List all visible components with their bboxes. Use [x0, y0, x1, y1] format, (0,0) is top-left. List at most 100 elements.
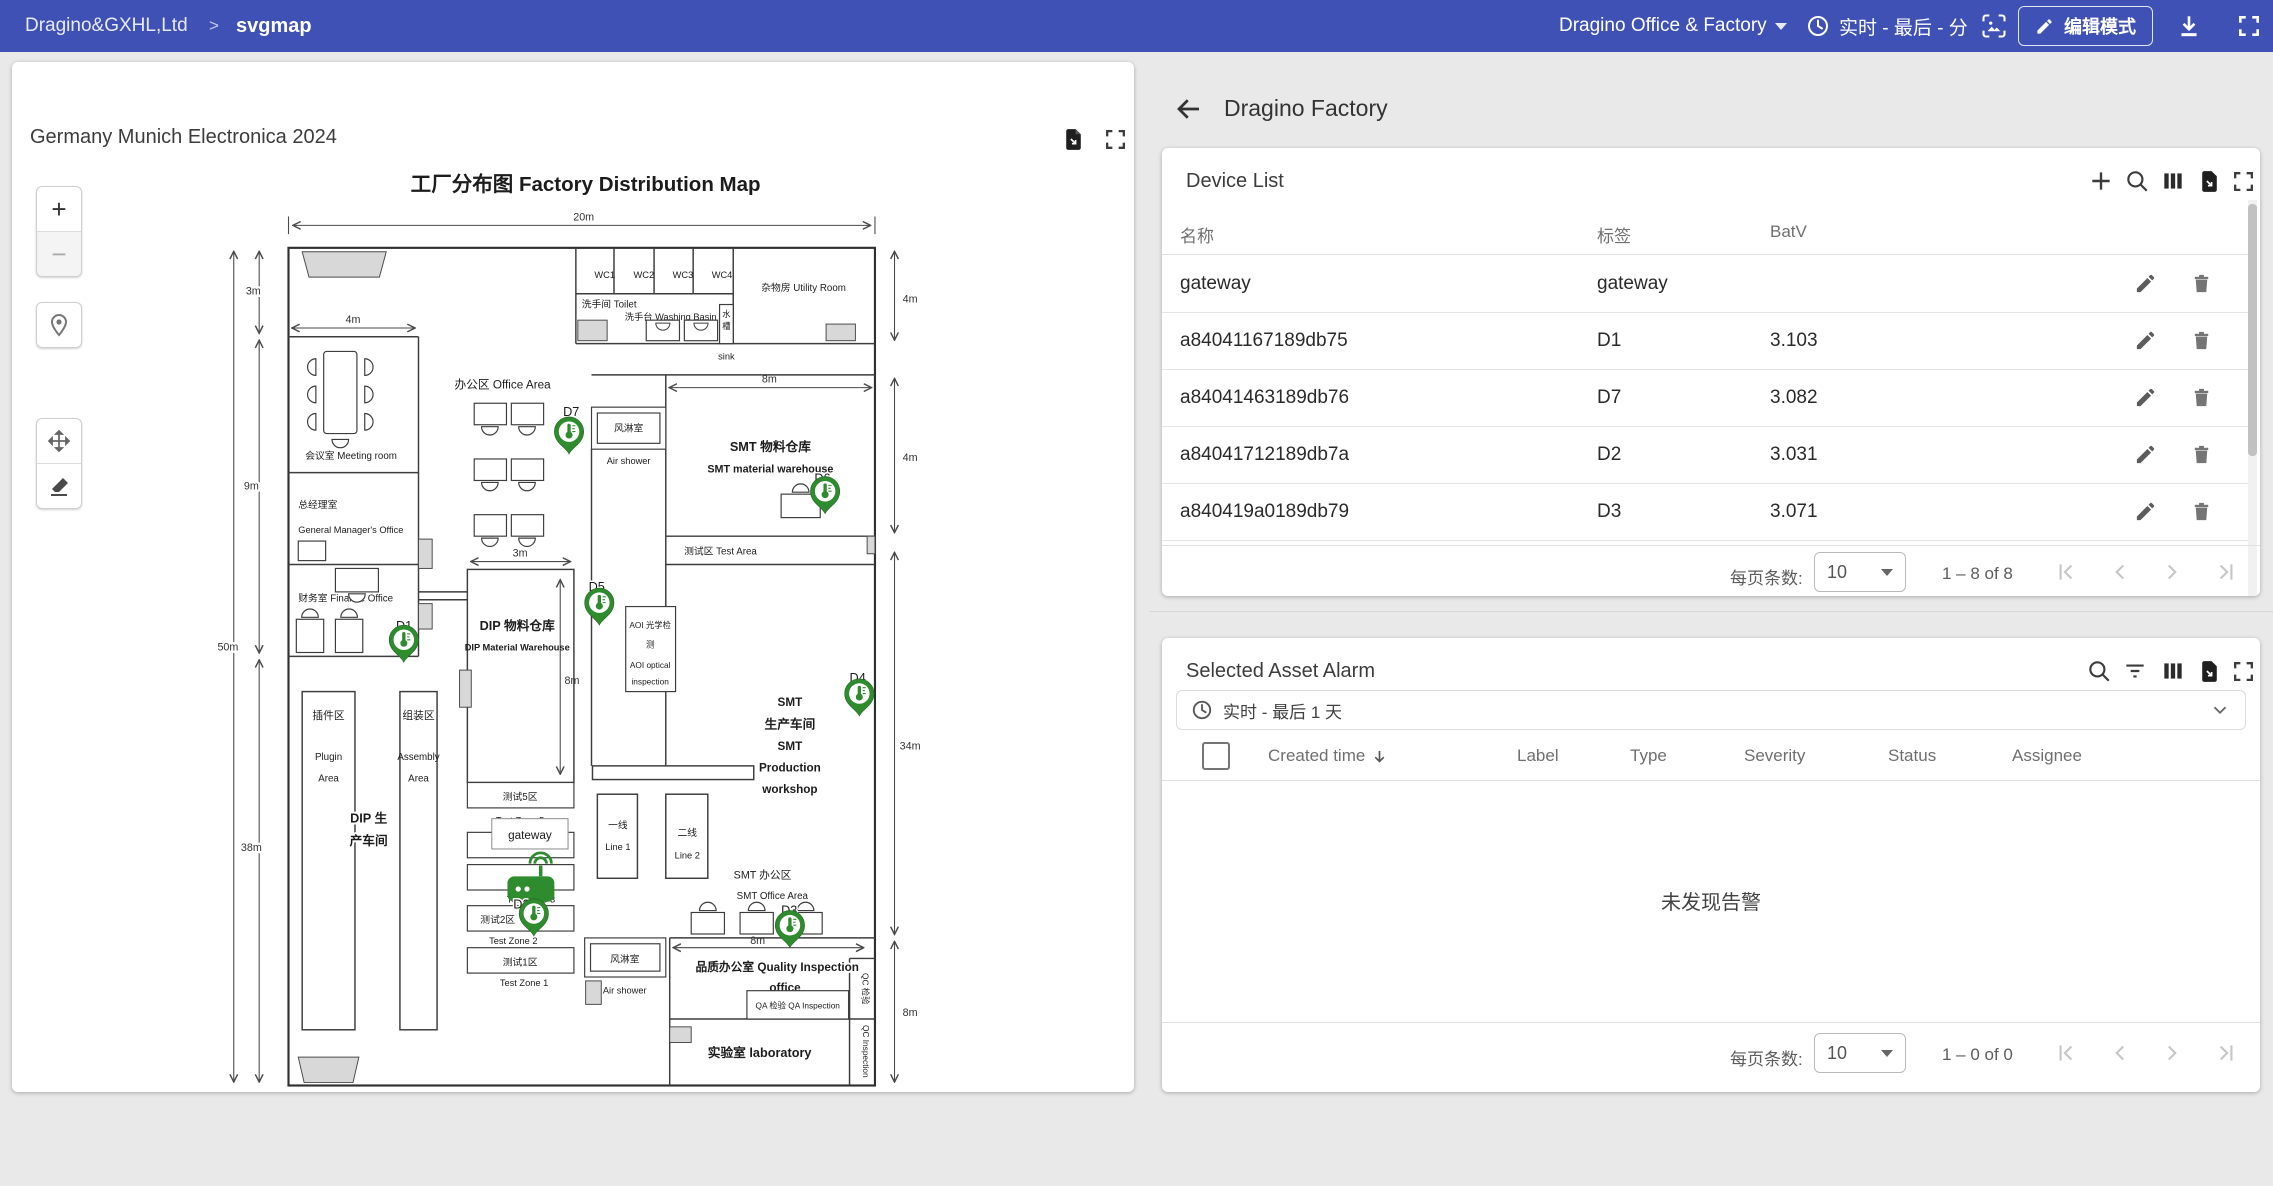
edit-row-button[interactable]: [2130, 500, 2160, 523]
device-pin-d4[interactable]: [845, 679, 874, 716]
divider: [1162, 780, 2260, 781]
alarm-time-filter[interactable]: 实时 - 最后 1 天: [1176, 690, 2246, 730]
room-label: Plugin: [315, 752, 342, 763]
col-header-type[interactable]: Type: [1630, 746, 1667, 766]
room-label: 会议室 Meeting room: [305, 449, 397, 462]
add-device-button[interactable]: [2086, 166, 2116, 196]
device-pin-d5[interactable]: [585, 588, 614, 625]
entity-select[interactable]: Dragino Office & Factory: [1559, 15, 1787, 37]
per-page-select[interactable]: 10: [1814, 552, 1906, 592]
edit-row-button[interactable]: [2130, 386, 2160, 409]
download-button[interactable]: [2176, 13, 2202, 39]
select-all-checkbox[interactable]: [1202, 742, 1230, 770]
clock-icon: [1191, 699, 1213, 721]
delete-row-button[interactable]: [2186, 443, 2216, 466]
alarm-fullscreen-button[interactable]: [2228, 656, 2258, 686]
col-header-created[interactable]: Created time: [1268, 746, 1388, 766]
device-export-button[interactable]: [2194, 166, 2224, 196]
move-tool-button[interactable]: [37, 419, 81, 463]
device-pin-d3[interactable]: [775, 911, 804, 948]
table-row[interactable]: a840419a0189db79 D3 3.071: [1162, 483, 2248, 541]
screenshot-button[interactable]: [1980, 12, 2008, 40]
sort-desc-icon: [1371, 748, 1388, 765]
room-label: Test Zone 2: [489, 936, 537, 946]
room-label: 测: [646, 640, 654, 650]
zoom-in-button[interactable]: +: [37, 187, 81, 231]
col-header-created-label: Created time: [1268, 746, 1365, 766]
room-label: 实验室 laboratory: [708, 1045, 812, 1060]
device-search-button[interactable]: [2122, 166, 2152, 196]
alarm-pagination: 每页条数: 10 1 – 0 of 0: [1162, 1022, 2260, 1092]
edit-row-button[interactable]: [2130, 272, 2160, 295]
col-header-name[interactable]: 名称: [1180, 222, 1214, 247]
row-batv: 3.071: [1770, 501, 2130, 523]
room-label: SMT: [778, 696, 804, 709]
last-page-button[interactable]: [2212, 1039, 2240, 1067]
table-row[interactable]: a84041167189db75 D1 3.103: [1162, 312, 2248, 370]
chevron-down-icon: [1881, 569, 1893, 576]
col-header-label[interactable]: Label: [1517, 746, 1559, 766]
alarm-filter-button[interactable]: [2120, 656, 2150, 686]
device-fullscreen-button[interactable]: [2228, 166, 2258, 196]
table-row[interactable]: gateway gateway: [1162, 255, 2248, 313]
fullscreen-icon: [2236, 13, 2262, 39]
back-button[interactable]: [1172, 92, 1206, 126]
chevron-right-icon: [2159, 1040, 2185, 1066]
first-page-button[interactable]: [2052, 558, 2080, 586]
map-fullscreen-button[interactable]: [1100, 124, 1130, 154]
per-page-select[interactable]: 10: [1814, 1033, 1906, 1073]
chevron-left-icon: [2107, 559, 2133, 585]
prev-page-button[interactable]: [2106, 1039, 2134, 1067]
edit-mode-label: 编辑模式: [2064, 13, 2136, 39]
prev-page-button[interactable]: [2106, 558, 2134, 586]
panel-splitter[interactable]: [1150, 611, 2273, 612]
device-pin-d7[interactable]: [554, 417, 583, 454]
delete-row-button[interactable]: [2186, 329, 2216, 352]
col-header-batv[interactable]: BatV: [1770, 222, 1807, 242]
breadcrumb-brand[interactable]: Dragino&GXHL,Ltd: [25, 15, 188, 37]
col-header-label[interactable]: 标签: [1597, 222, 1631, 247]
edit-row-button[interactable]: [2130, 443, 2160, 466]
zoom-out-button[interactable]: −: [37, 231, 81, 276]
location-pin-icon: [47, 313, 71, 337]
room-label: AOI optical: [630, 660, 671, 670]
search-icon: [2086, 658, 2112, 684]
fullscreen-icon: [1103, 127, 1128, 152]
room-label: 产车间: [350, 833, 388, 848]
first-page-button[interactable]: [2052, 1039, 2080, 1067]
col-header-status[interactable]: Status: [1888, 746, 1936, 766]
gateway-device-icon[interactable]: [507, 853, 554, 902]
next-page-button[interactable]: [2158, 558, 2186, 586]
alarm-search-button[interactable]: [2084, 656, 2114, 686]
eraser-tool-button[interactable]: [37, 463, 81, 508]
table-row[interactable]: a84041712189db7a D2 3.031: [1162, 426, 2248, 484]
last-page-button[interactable]: [2212, 558, 2240, 586]
device-columns-button[interactable]: [2158, 166, 2188, 196]
delete-row-button[interactable]: [2186, 500, 2216, 523]
alarm-columns-button[interactable]: [2158, 656, 2188, 686]
scrollbar-thumb[interactable]: [2248, 204, 2257, 456]
room-label: 槽: [722, 321, 730, 331]
room-label: inspection: [631, 677, 669, 687]
delete-row-button[interactable]: [2186, 386, 2216, 409]
map-export-button[interactable]: [1058, 124, 1088, 154]
dim-label: 4m: [903, 452, 918, 464]
table-row[interactable]: a84041463189db76 D7 3.082: [1162, 369, 2248, 427]
place-pin-button[interactable]: [37, 303, 81, 347]
dim-label: 3m: [513, 548, 528, 560]
fullscreen-button[interactable]: [2236, 13, 2262, 39]
delete-row-button[interactable]: [2186, 272, 2216, 295]
time-range-button[interactable]: 实时 - 最后 - 分: [1806, 13, 1968, 40]
col-header-assignee[interactable]: Assignee: [2012, 746, 2082, 766]
factory-floorplan-svg[interactable]: 工厂分布图 Factory Distribution Map 20m 3m 4m…: [208, 154, 932, 1107]
next-page-button[interactable]: [2158, 1039, 2186, 1067]
edit-row-button[interactable]: [2130, 329, 2160, 352]
room-label: 品质办公室 Quality Inspection: [695, 960, 858, 974]
scrollbar-track[interactable]: [2248, 200, 2257, 596]
alarm-export-button[interactable]: [2194, 656, 2224, 686]
breadcrumb-page: svgmap: [236, 15, 312, 38]
col-header-severity[interactable]: Severity: [1744, 746, 1805, 766]
room-label: Area: [408, 774, 429, 785]
edit-mode-button[interactable]: 编辑模式: [2018, 6, 2153, 46]
per-page-value: 10: [1827, 562, 1847, 583]
